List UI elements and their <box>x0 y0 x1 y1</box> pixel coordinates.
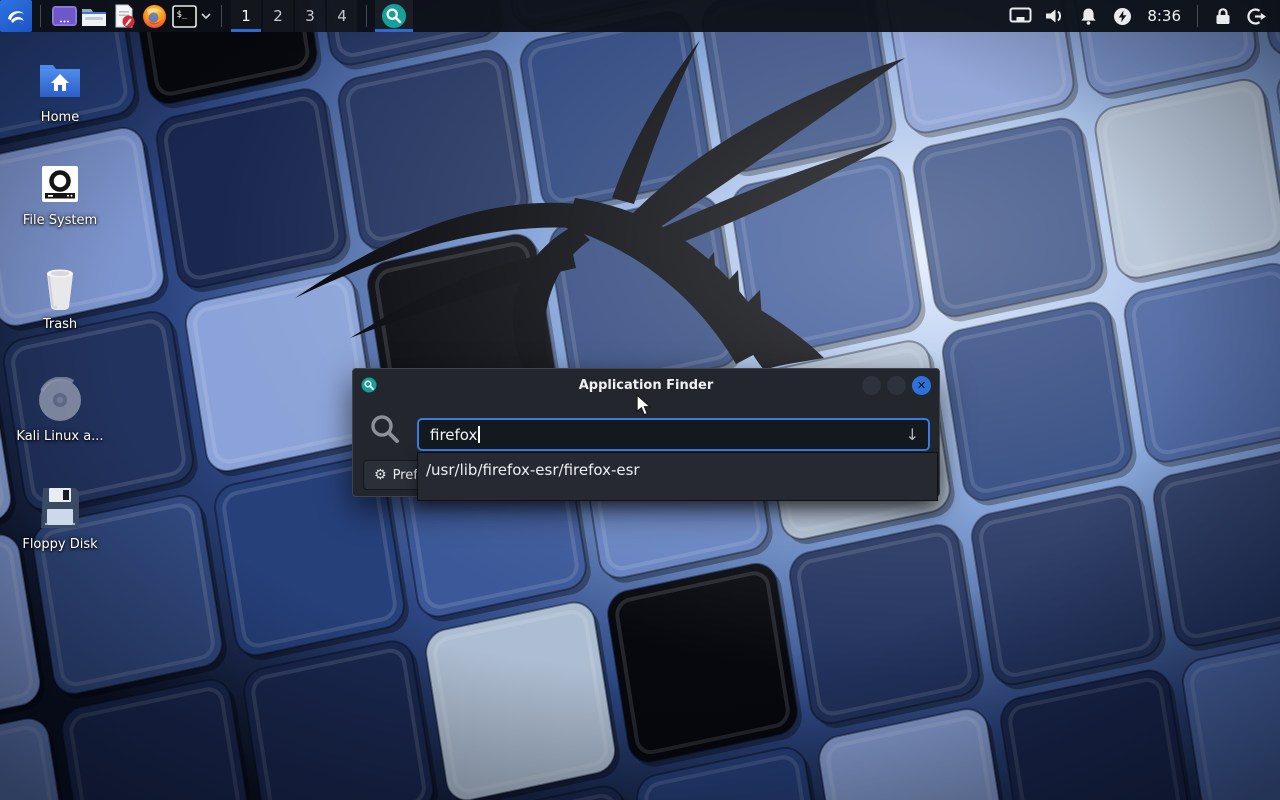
completion-popup: /usr/lib/firefox-esr/firefox-esr <box>417 452 938 501</box>
terminal-prompt-glyph: $_ <box>176 10 187 20</box>
desktop-icon <box>52 6 77 26</box>
folder-icon <box>81 6 107 27</box>
desktop-screen: $_ 1 2 3 4 <box>0 0 1280 800</box>
desktop-icon-label: Trash <box>43 317 77 332</box>
search-icon <box>369 413 401 445</box>
desktop-icon-kali-cdrom[interactable]: Kali Linux a... <box>12 376 108 444</box>
launcher-terminal[interactable]: $_ <box>169 0 199 32</box>
panel-separator <box>1197 5 1198 27</box>
task-button-application-finder[interactable] <box>375 0 413 32</box>
text-editor-icon <box>113 4 135 28</box>
text-caret <box>478 426 480 443</box>
logout-icon <box>1247 7 1267 26</box>
top-panel: $_ 1 2 3 4 <box>0 0 1280 32</box>
mouse-cursor <box>636 394 654 418</box>
launcher-file-manager[interactable] <box>79 0 109 32</box>
hard-disk-icon <box>41 160 79 208</box>
notifications-tray-button[interactable] <box>1071 0 1105 32</box>
trash-bin-icon <box>39 264 81 312</box>
desktop-icon-label: Kali Linux a... <box>16 429 103 444</box>
workspace-label: 2 <box>273 7 283 25</box>
volume-tray-button[interactable] <box>1037 0 1071 32</box>
logout-button[interactable] <box>1240 0 1274 32</box>
home-folder-icon <box>38 57 82 105</box>
power-battery-icon <box>1113 7 1132 26</box>
workspace-button-2[interactable]: 2 <box>263 0 293 32</box>
workspace-label: 3 <box>305 7 315 25</box>
close-button[interactable]: ✕ <box>912 376 931 395</box>
search-input[interactable]: firefox ↓ <box>417 418 930 451</box>
desktop-icon-floppy-disk[interactable]: Floppy Disk <box>12 484 108 552</box>
search-input-value: firefox <box>430 426 477 444</box>
power-manager-tray-button[interactable] <box>1105 0 1139 32</box>
panel-separator <box>366 5 367 27</box>
workspace-label: 4 <box>337 7 347 25</box>
lock-icon <box>1213 7 1233 26</box>
workspace-button-4[interactable]: 4 <box>327 0 357 32</box>
volume-icon <box>1044 7 1064 25</box>
desktop-icon-file-system[interactable]: File System <box>12 160 108 228</box>
kali-menu-button[interactable] <box>0 0 32 32</box>
desktop-icon-label: Floppy Disk <box>22 537 97 552</box>
firefox-icon <box>142 4 167 29</box>
maximize-button[interactable] <box>887 376 906 395</box>
active-workspace-indicator <box>231 29 261 32</box>
terminal-icon: $_ <box>172 5 197 28</box>
application-finder-icon <box>381 3 407 29</box>
close-icon: ✕ <box>917 379 926 392</box>
chevron-down-icon <box>201 13 211 19</box>
completion-item[interactable]: /usr/lib/firefox-esr/firefox-esr <box>418 453 937 479</box>
launcher-text-editor[interactable] <box>109 0 139 32</box>
bell-icon <box>1079 7 1098 26</box>
floppy-disk-icon <box>40 484 80 532</box>
active-task-indicator <box>375 29 413 32</box>
panel-separator <box>221 5 222 27</box>
minimize-button[interactable] <box>862 376 881 395</box>
lock-screen-button[interactable] <box>1206 0 1240 32</box>
desktop-icon-label: File System <box>23 213 97 228</box>
panel-separator <box>40 5 41 27</box>
terminal-launcher-menu-arrow[interactable] <box>199 0 213 32</box>
window-title: Application Finder <box>353 378 939 393</box>
workspace-button-1[interactable]: 1 <box>231 0 261 32</box>
optical-disc-icon <box>37 376 83 424</box>
desktop-icon-home[interactable]: Home <box>12 57 108 125</box>
desktop-icon-label: Home <box>41 110 79 125</box>
dropdown-arrow-icon[interactable]: ↓ <box>906 427 919 443</box>
network-tray-button[interactable] <box>1003 0 1037 32</box>
desktop-icon-trash[interactable]: Trash <box>12 264 108 332</box>
launcher-desktop[interactable] <box>49 0 79 32</box>
workspace-button-3[interactable]: 3 <box>295 0 325 32</box>
launcher-firefox[interactable] <box>139 0 169 32</box>
kali-logo-icon <box>5 5 27 27</box>
workspace-label: 1 <box>241 7 251 25</box>
network-icon <box>1009 7 1032 26</box>
clock[interactable]: 8:36 <box>1139 7 1189 25</box>
gear-icon: ⚙ <box>374 467 387 483</box>
